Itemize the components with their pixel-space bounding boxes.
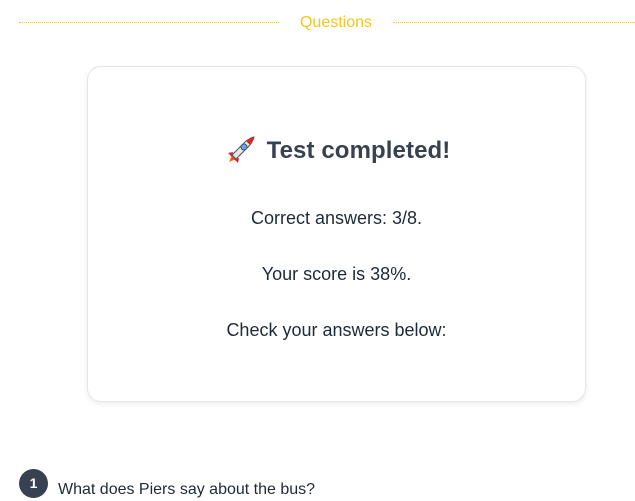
rocket-icon bbox=[223, 134, 257, 168]
question-text: What does Piers say about the bus? bbox=[58, 481, 316, 498]
section-title: Questions bbox=[299, 14, 373, 31]
section-header: Questions bbox=[0, 12, 635, 36]
result-title-text: Test completed! bbox=[266, 137, 451, 164]
correct-answers-text: Correct answers: 3/8. bbox=[250, 208, 423, 228]
divider-right bbox=[393, 22, 635, 23]
question-number-badge: 1 bbox=[19, 469, 48, 498]
divider-left bbox=[19, 22, 279, 23]
result-card: Test completed! Correct answers: 3/8. Yo… bbox=[87, 66, 586, 402]
result-title: Test completed! bbox=[88, 134, 585, 168]
check-answers-text: Check your answers below: bbox=[226, 320, 447, 340]
score-text: Your score is 38%. bbox=[261, 264, 412, 284]
